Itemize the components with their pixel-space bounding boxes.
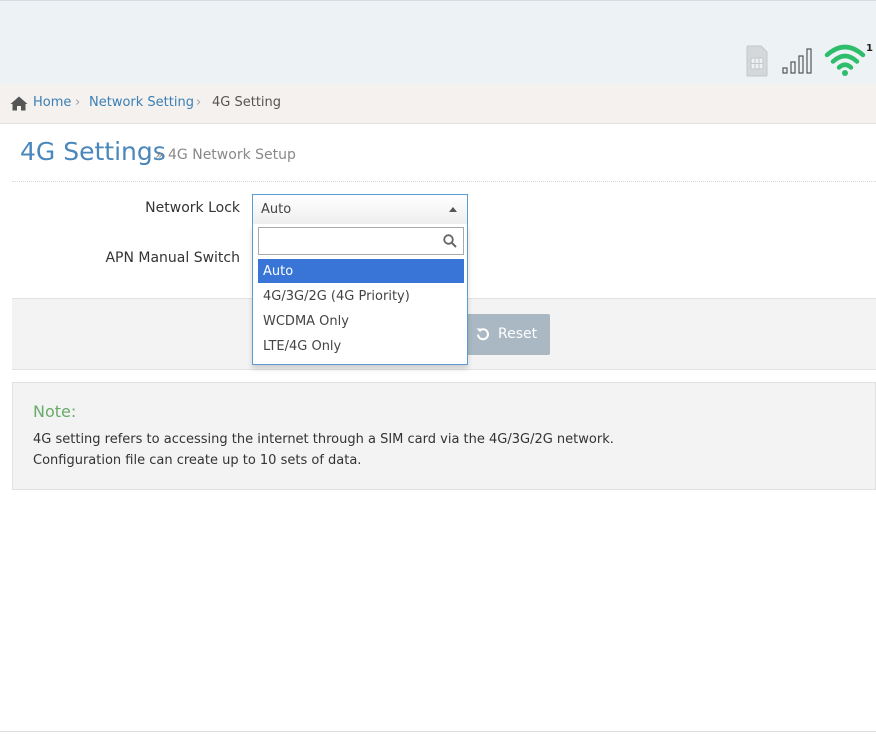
network-lock-select[interactable]: Auto	[252, 194, 468, 224]
dropdown-option-wcdma-only[interactable]: WCDMA Only	[258, 309, 464, 333]
note-title: Note:	[33, 402, 77, 421]
dropdown-option-auto[interactable]: Auto	[258, 259, 464, 283]
dropdown-search-input[interactable]	[258, 227, 464, 255]
page-title: 4G Settings	[20, 137, 166, 166]
network-lock-label: Network Lock	[145, 200, 240, 216]
dropdown-option-4g-priority[interactable]: 4G/3G/2G (4G Priority)	[258, 284, 464, 308]
sim-card-icon[interactable]	[745, 45, 769, 77]
home-icon[interactable]	[10, 96, 28, 111]
signal-strength-icon	[782, 48, 812, 74]
note-panel: Note: 4G setting refers to accessing the…	[12, 382, 876, 490]
wifi-client-count: 1	[866, 43, 873, 54]
network-lock-value: Auto	[261, 202, 292, 217]
reset-label: Reset	[498, 326, 538, 342]
divider	[12, 181, 876, 182]
breadcrumb-home[interactable]: Home	[33, 95, 71, 110]
note-text: 4G setting refers to accessing the inter…	[33, 432, 614, 447]
search-icon	[443, 234, 457, 248]
dropdown-option-lte-only[interactable]: LTE/4G Only	[258, 334, 464, 358]
reset-button[interactable]: Reset	[462, 314, 550, 355]
page-subtitle: » 4G Network Setup	[155, 147, 296, 163]
breadcrumb-chevron-icon: ›	[196, 95, 202, 110]
wifi-icon[interactable]	[824, 42, 866, 78]
breadcrumb-network-setting[interactable]: Network Setting	[89, 95, 194, 110]
divider	[0, 731, 876, 732]
reset-icon	[476, 328, 489, 341]
breadcrumb-chevron-icon: ›	[75, 95, 81, 110]
breadcrumb-current: 4G Setting	[212, 95, 282, 110]
apn-manual-switch-label: APN Manual Switch	[105, 250, 240, 266]
breadcrumb: Home › Network Setting › 4G Setting	[0, 84, 876, 124]
caret-up-icon	[449, 207, 457, 212]
network-lock-dropdown: Auto 4G/3G/2G (4G Priority) WCDMA Only L…	[252, 224, 468, 365]
note-text: Configuration file can create up to 10 s…	[33, 453, 362, 468]
